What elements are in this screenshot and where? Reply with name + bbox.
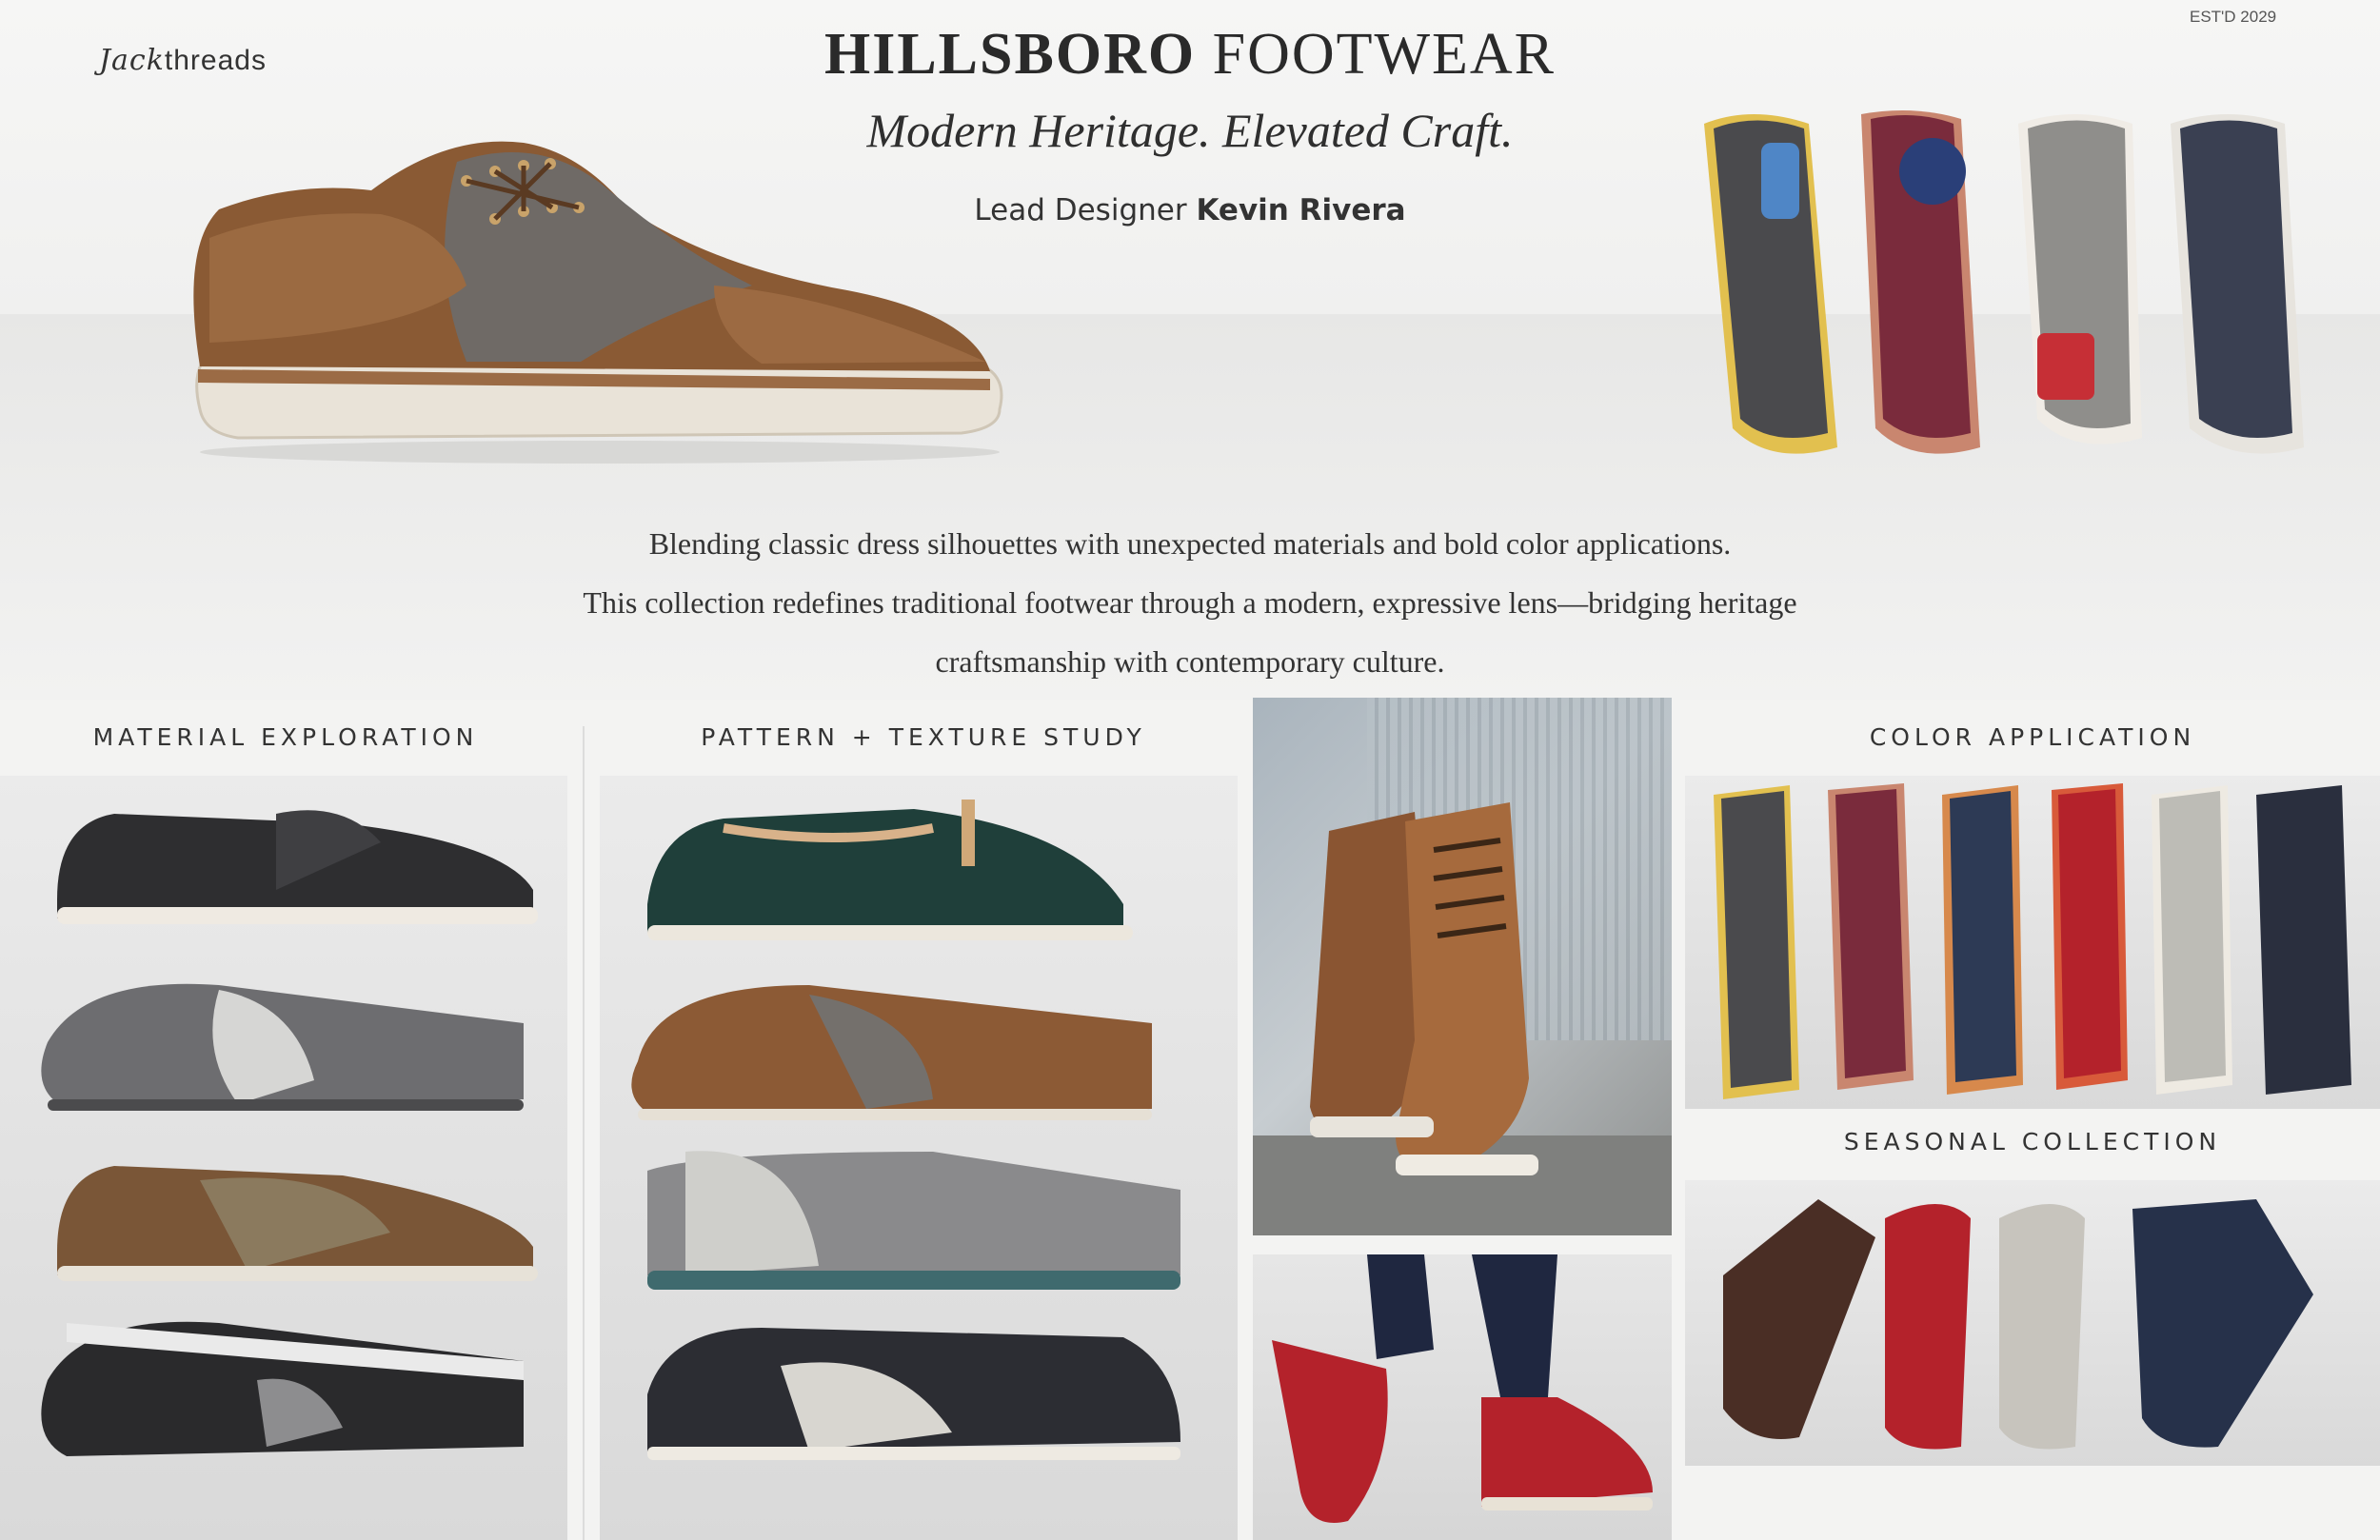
derby-shoe-row-icon: [1704, 110, 2304, 454]
hero-shoe-image: [181, 124, 1019, 466]
section-pattern-label: PATTERN + TEXTURE STUDY: [701, 723, 1146, 751]
collection-description: Blending classic dress silhouettes with …: [381, 514, 1999, 691]
wingtip-oxford-stack-icon: [41, 810, 538, 1456]
seasonal-collection-panel: [1685, 1180, 2380, 1466]
color-row-icon: [1714, 783, 2351, 1099]
section-seasonal-label: SEASONAL COLLECTION: [1843, 1128, 2222, 1155]
designer-name: Kevin Rivera: [1196, 193, 1406, 227]
description-line-2: This collection redefines traditional fo…: [583, 585, 1797, 620]
pattern-texture-panel: [600, 776, 1238, 1540]
description-line-1: Blending classic dress silhouettes with …: [648, 526, 1732, 561]
logo-script: Jack: [99, 44, 165, 77]
material-exploration-panel: [0, 776, 567, 1540]
chelsea-boot-icon: [1253, 802, 1672, 1235]
hero-color-row-image: [1695, 105, 2323, 466]
title-hillsboro: HILLSBORO: [823, 22, 1197, 87]
color-application-panel: [1685, 776, 2380, 1109]
page-title: HILLSBORO FOOTWEAR: [666, 21, 1714, 89]
logo-text: threads: [164, 45, 267, 76]
description-line-3: craftsmanship with contemporary culture.: [935, 644, 1445, 679]
established-label: EST'D 2029: [2190, 8, 2277, 26]
section-divider: [583, 726, 585, 1540]
title-footwear: FOOTWEAR: [1212, 22, 1557, 87]
loafer-stack-icon: [631, 800, 1180, 1460]
brand-logo: Jackthreads: [99, 40, 267, 78]
seasonal-row-icon: [1723, 1199, 2313, 1450]
red-derby-icon: [1272, 1254, 1653, 1523]
wingtip-oxford-icon: [193, 141, 1003, 464]
section-material-label: MATERIAL EXPLORATION: [92, 723, 479, 751]
chelsea-boot-image: [1253, 698, 1672, 1235]
section-color-label: COLOR APPLICATION: [1869, 723, 2196, 751]
walking-red-shoes-image: [1253, 1254, 1672, 1540]
